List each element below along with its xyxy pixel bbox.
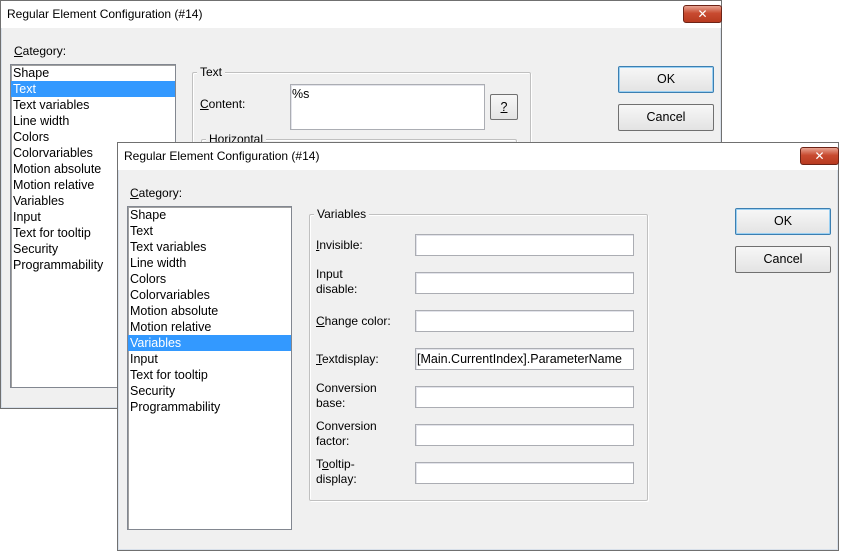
- front-titlebar: Regular Element Configuration (#14) ✕: [118, 143, 839, 170]
- mnemonic-char: C: [316, 314, 325, 328]
- textdisplay-label-line: Textdisplay:: [316, 352, 379, 366]
- back-ok-button[interactable]: OK: [618, 66, 714, 93]
- front-ok-button[interactable]: OK: [735, 208, 831, 235]
- conversion-factor-field[interactable]: [415, 424, 634, 446]
- back-help-button[interactable]: ?: [490, 94, 518, 120]
- front-close-button[interactable]: ✕: [800, 147, 839, 165]
- front-category-item[interactable]: Variables: [128, 335, 291, 351]
- tooltip-display-label-line: Tooltip-: [316, 457, 355, 471]
- back-cancel-button[interactable]: Cancel: [618, 104, 714, 131]
- front-cancel-button[interactable]: Cancel: [735, 246, 831, 273]
- front-category-item[interactable]: Colorvariables: [128, 287, 291, 303]
- front-category-item[interactable]: Motion absolute: [128, 303, 291, 319]
- front-category-item[interactable]: Input: [128, 351, 291, 367]
- back-content-label: Content:: [200, 97, 246, 111]
- front-category-item[interactable]: Line width: [128, 255, 291, 271]
- tooltip-display-label-line: display:: [316, 472, 357, 486]
- conversion-factor-label: Conversion factor:: [316, 419, 377, 449]
- back-content-field[interactable]: %s: [290, 84, 485, 130]
- conversion-base-label-line: Conversion: [316, 381, 377, 395]
- mnemonic-char: T: [316, 352, 322, 366]
- tooltip-display-label: Tooltip-display:: [316, 457, 357, 487]
- change-color-label-line: Change color:: [316, 314, 391, 328]
- front-category-item[interactable]: Colors: [128, 271, 291, 287]
- back-category-label-rest: ategory:: [22, 44, 67, 58]
- conversion-factor-label-line: factor:: [316, 434, 350, 448]
- invisible-label: Invisible:: [316, 238, 363, 253]
- front-category-label: Category:: [130, 186, 183, 200]
- back-category-item[interactable]: Line width: [11, 113, 175, 129]
- conversion-base-label: Conversion base:: [316, 381, 377, 411]
- front-category-item[interactable]: Security: [128, 383, 291, 399]
- front-category-item[interactable]: Shape: [128, 207, 291, 223]
- input-disable-field[interactable]: [415, 272, 634, 294]
- front-category-item[interactable]: Text for tooltip: [128, 367, 291, 383]
- back-category-item[interactable]: Shape: [11, 65, 175, 81]
- textdisplay-label: Textdisplay:: [316, 352, 379, 367]
- invisible-field[interactable]: [415, 234, 634, 256]
- back-text-group-title: Text: [197, 65, 226, 79]
- front-category-item[interactable]: Text variables: [128, 239, 291, 255]
- conversion-base-label-line: base:: [316, 396, 346, 410]
- back-close-button[interactable]: ✕: [683, 5, 722, 23]
- textdisplay-field[interactable]: [Main.CurrentIndex].ParameterName: [415, 348, 634, 370]
- conversion-base-field[interactable]: [415, 386, 634, 408]
- front-category-item[interactable]: Motion relative: [128, 319, 291, 335]
- change-color-field[interactable]: [415, 310, 634, 332]
- mnemonic-char: I: [316, 238, 320, 252]
- invisible-label-line: Invisible:: [316, 238, 363, 252]
- input-disable-label: Input disable:: [316, 267, 357, 297]
- change-color-label: Change color:: [316, 314, 391, 329]
- back-help-glyph: ?: [500, 100, 508, 114]
- back-dialog-title: Regular Element Configuration (#14): [7, 7, 203, 21]
- input-disable-label-line: disable:: [316, 282, 358, 296]
- front-dialog: Regular Element Configuration (#14) ✕ Ca…: [117, 142, 839, 551]
- back-category-label: Category:: [14, 44, 67, 58]
- front-category-item[interactable]: Programmability: [128, 399, 291, 415]
- back-category-item[interactable]: Text variables: [11, 97, 175, 113]
- tooltip-display-field[interactable]: [415, 462, 634, 484]
- back-titlebar: Regular Element Configuration (#14) ✕: [1, 1, 722, 28]
- front-category-items: Shape Text Text variables Line width Colors C…: [128, 207, 291, 415]
- mnemonic-char: o: [322, 457, 329, 471]
- front-category-item[interactable]: Text: [128, 223, 291, 239]
- back-category-item[interactable]: Text: [11, 81, 175, 97]
- input-disable-label-line: Input: [316, 267, 343, 281]
- front-dialog-title: Regular Element Configuration (#14): [124, 149, 320, 163]
- variables-group-title: Variables: [314, 207, 370, 221]
- conversion-factor-label-line: Conversion: [316, 419, 377, 433]
- front-category-list[interactable]: Shape Text Text variables Line width Colors C…: [127, 206, 292, 530]
